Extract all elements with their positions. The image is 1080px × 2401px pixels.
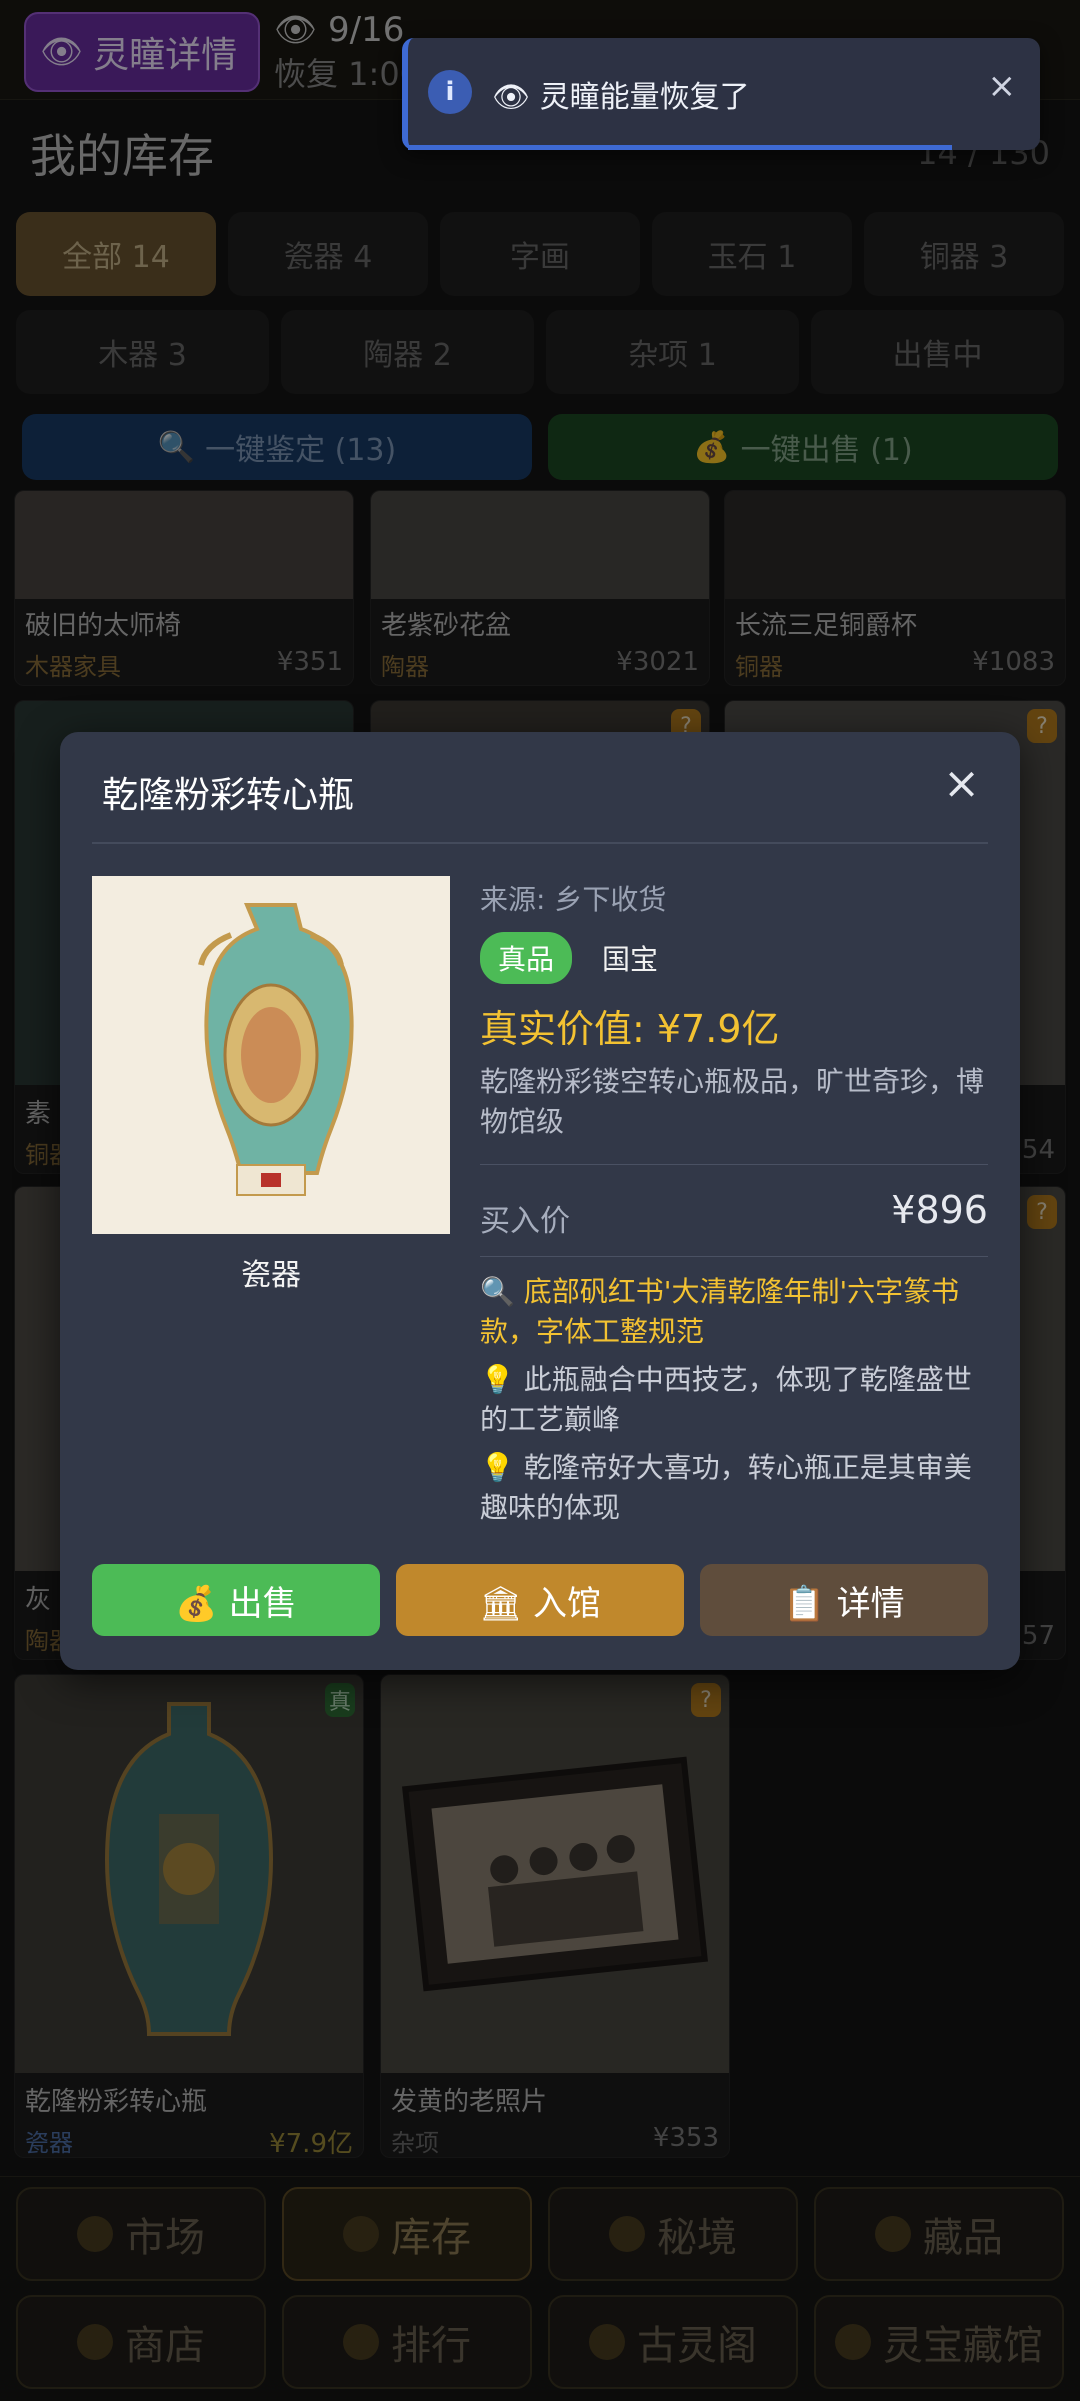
close-icon[interactable]: × xyxy=(943,762,980,806)
museum-button[interactable]: 🏛 入馆 xyxy=(396,1564,684,1636)
item-photo xyxy=(92,876,450,1234)
toast-message: 👁 灵瞳能量恢复了 xyxy=(492,80,750,115)
item-category-caption: 瓷器 xyxy=(241,1258,301,1293)
divider xyxy=(92,842,988,844)
toast-progress-bar xyxy=(408,145,952,150)
appraisal-clue: 🔍 底部矾红书'大清乾隆年制'六字篆书款，字体工整规范 xyxy=(480,1275,960,1348)
real-value: 真实价值: ¥7.9亿 xyxy=(480,1007,780,1051)
divider xyxy=(480,1256,988,1257)
genuine-tag: 真品 xyxy=(480,932,573,984)
close-icon[interactable]: × xyxy=(988,66,1017,106)
buy-price-value: ¥896 xyxy=(891,1188,988,1232)
detail-button[interactable]: 📋 详情 xyxy=(700,1564,988,1636)
item-tags: 真品 国宝 xyxy=(480,932,658,984)
toast-notification: i 👁 灵瞳能量恢复了 × xyxy=(402,38,1040,150)
item-detail-modal: 乾隆粉彩转心瓶 × 瓷器 来源: 乡下收货 真品 国宝 真实价值: ¥7.9亿 … xyxy=(60,732,1020,1670)
info-icon: i xyxy=(428,70,472,114)
hint-clue: 💡 此瓶融合中西技艺，体现了乾隆盛世的工艺巅峰 xyxy=(480,1363,972,1436)
modal-title: 乾隆粉彩转心瓶 xyxy=(102,775,355,816)
hint-clue: 💡 乾隆帝好大喜功，转心瓶正是其审美趣味的体现 xyxy=(480,1451,972,1524)
item-description: 乾隆粉彩镂空转心瓶极品，旷世奇珍，博物馆级 xyxy=(480,1065,985,1138)
grade-tag: 国宝 xyxy=(602,943,659,976)
sell-button[interactable]: 💰 出售 xyxy=(92,1564,380,1636)
vase-icon xyxy=(198,903,354,1196)
buy-price-label: 买入价 xyxy=(480,1204,570,1239)
item-source: 来源: 乡下收货 xyxy=(480,883,667,916)
divider xyxy=(480,1164,988,1165)
